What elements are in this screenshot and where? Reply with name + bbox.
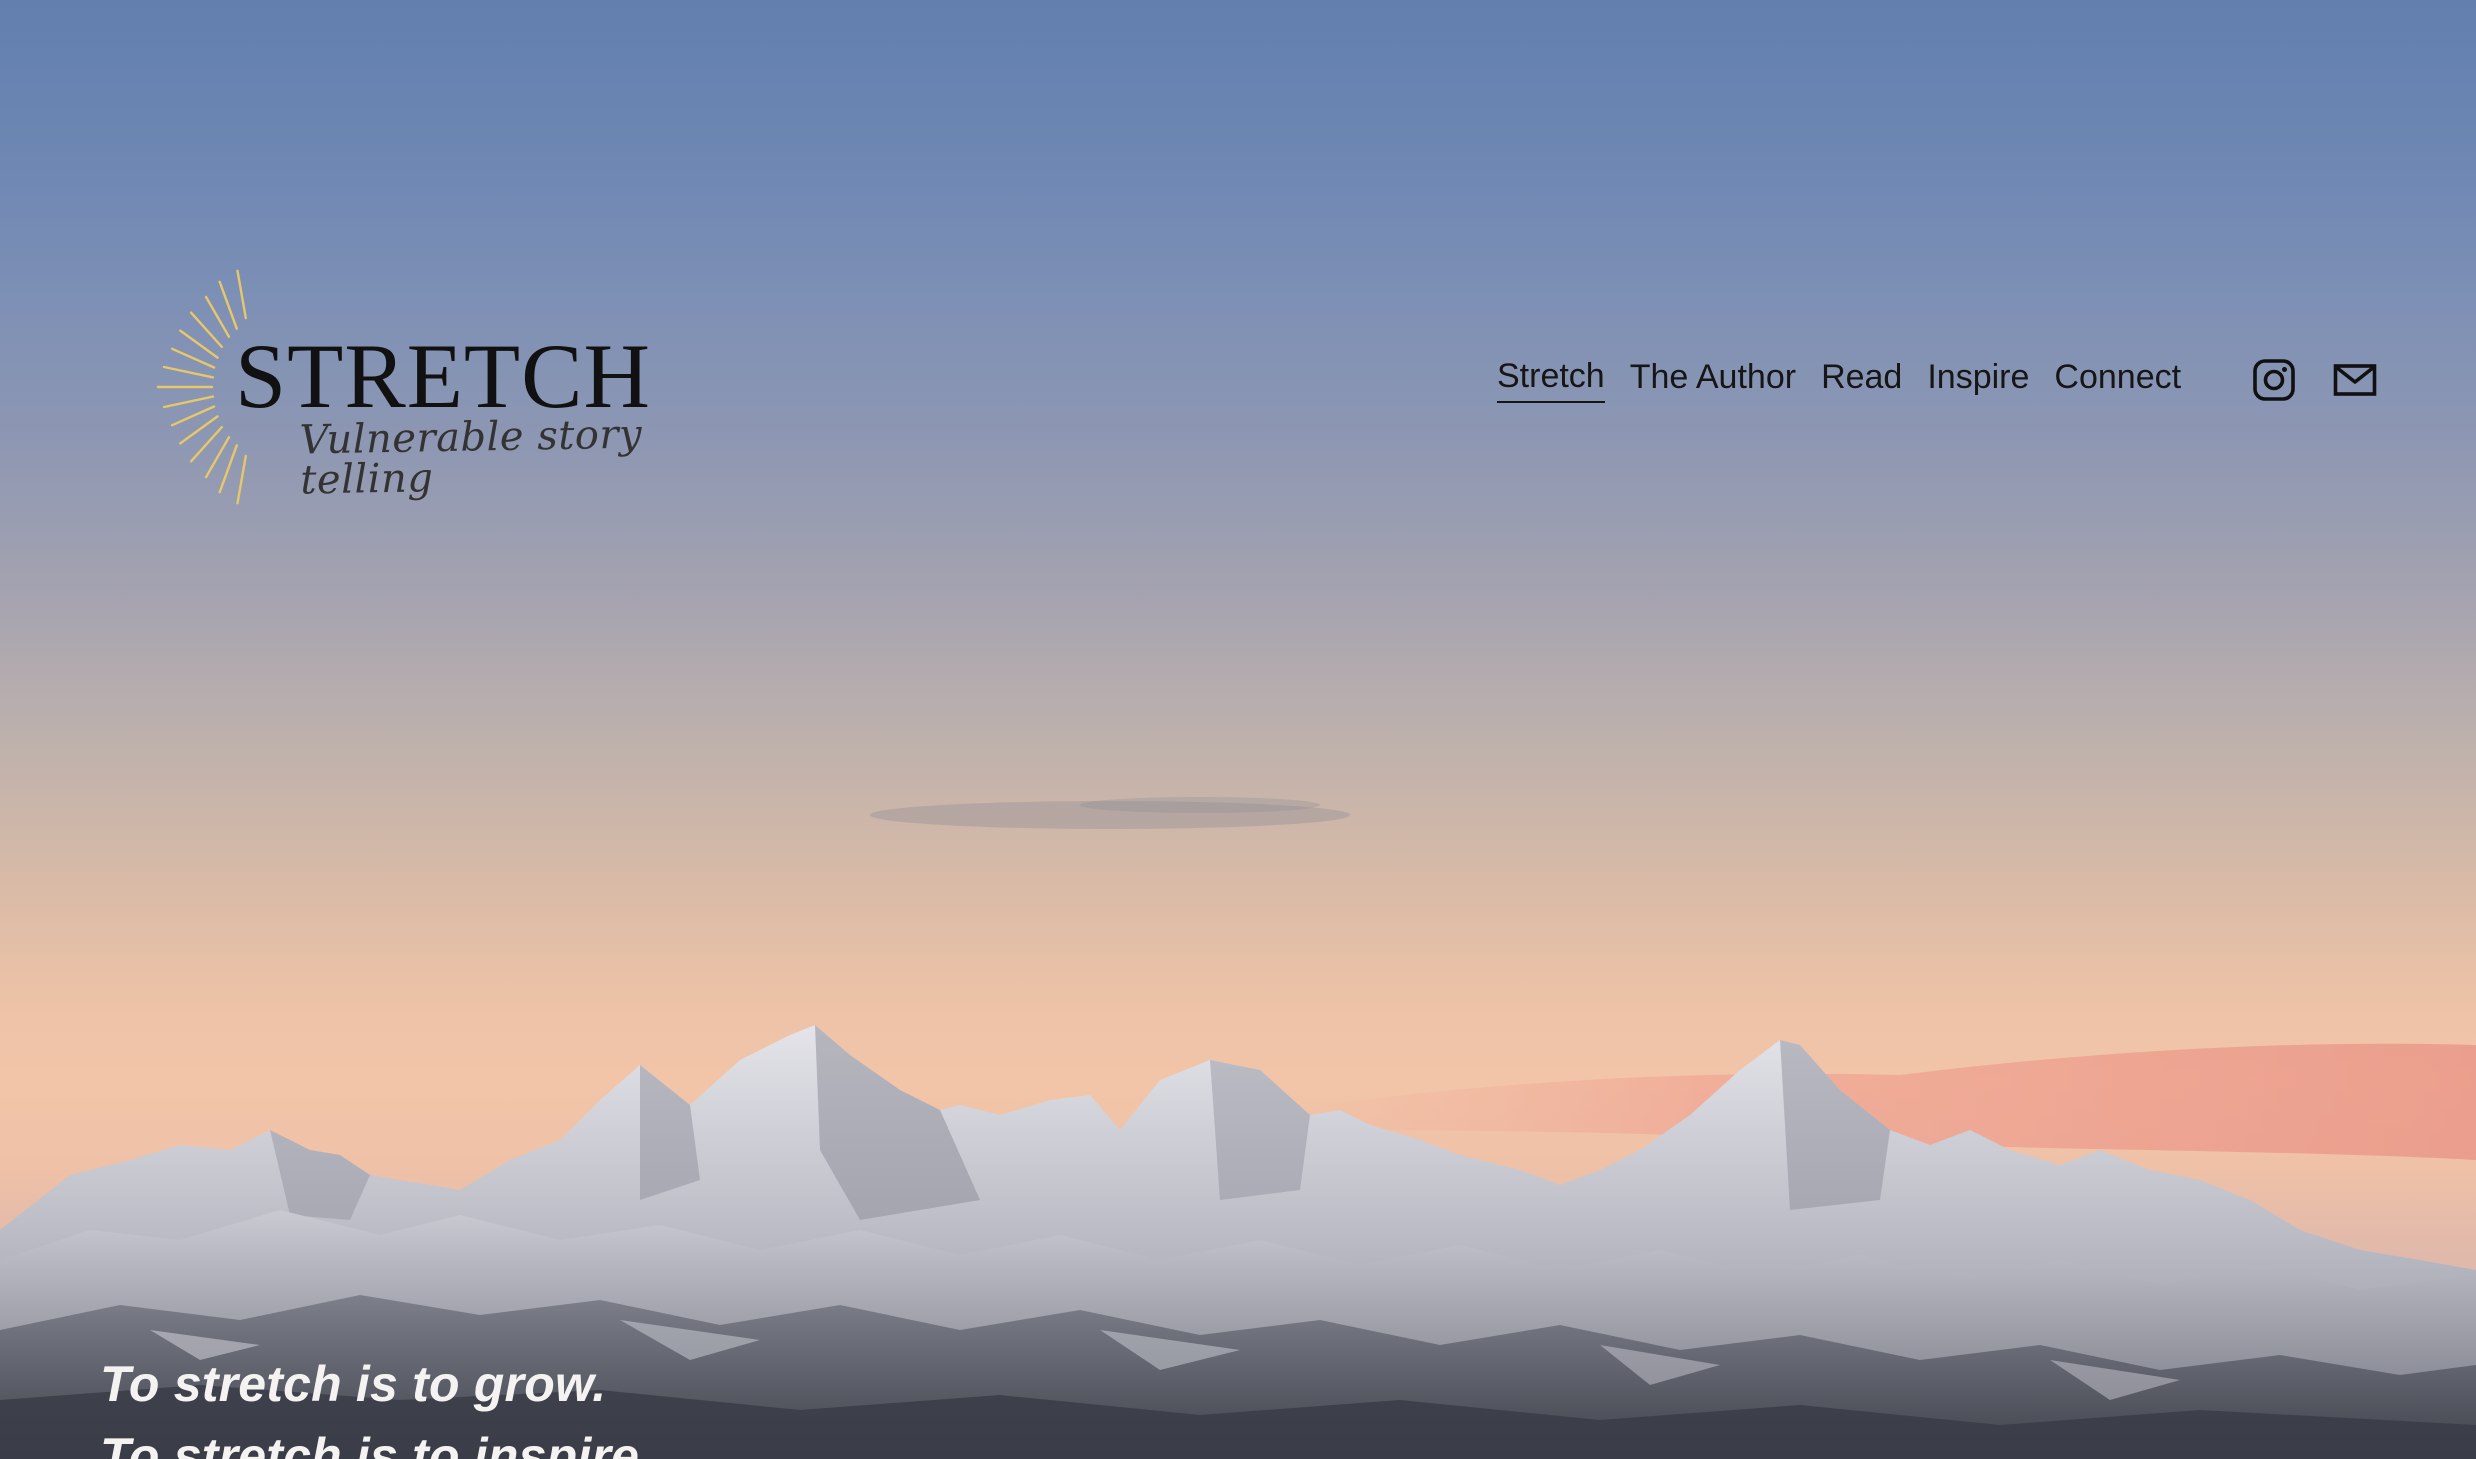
site-logo[interactable]: STRETCH Vulnerable story telling (140, 245, 700, 530)
sun-ray (162, 365, 215, 379)
mail-icon[interactable] (2331, 356, 2379, 404)
hero-tagline-line-1: To stretch is to grow. (100, 1356, 607, 1412)
logo-subtitle: Vulnerable story telling (299, 411, 643, 504)
main-navigation: Stretch The Author Read Inspire Connect (1497, 357, 2206, 404)
nav-item-connect[interactable]: Connect (2054, 358, 2181, 402)
sun-ray (204, 435, 231, 479)
sun-ray (162, 395, 215, 409)
nav-item-stretch[interactable]: Stretch (1497, 357, 1605, 404)
logo-title: STRETCH (235, 325, 651, 427)
hero-section: STRETCH Vulnerable story telling Stretch… (0, 0, 2476, 1459)
nav-item-the-author[interactable]: The Author (1630, 358, 1796, 402)
hero-tagline: To stretch is to grow. To stretch is to … (100, 1348, 653, 1459)
hero-tagline-line-2: To stretch is to inspire. (100, 1428, 654, 1459)
sun-ray (218, 444, 239, 494)
sun-ray (236, 454, 248, 505)
sun-ray (204, 295, 231, 339)
social-links (2250, 356, 2379, 404)
instagram-icon[interactable] (2250, 356, 2298, 404)
sun-ray (236, 269, 248, 320)
nav-item-read[interactable]: Read (1821, 358, 1902, 402)
site-header: STRETCH Vulnerable story telling Stretch… (0, 0, 2476, 520)
nav-item-inspire[interactable]: Inspire (1927, 358, 2029, 402)
sun-ray (218, 280, 239, 330)
